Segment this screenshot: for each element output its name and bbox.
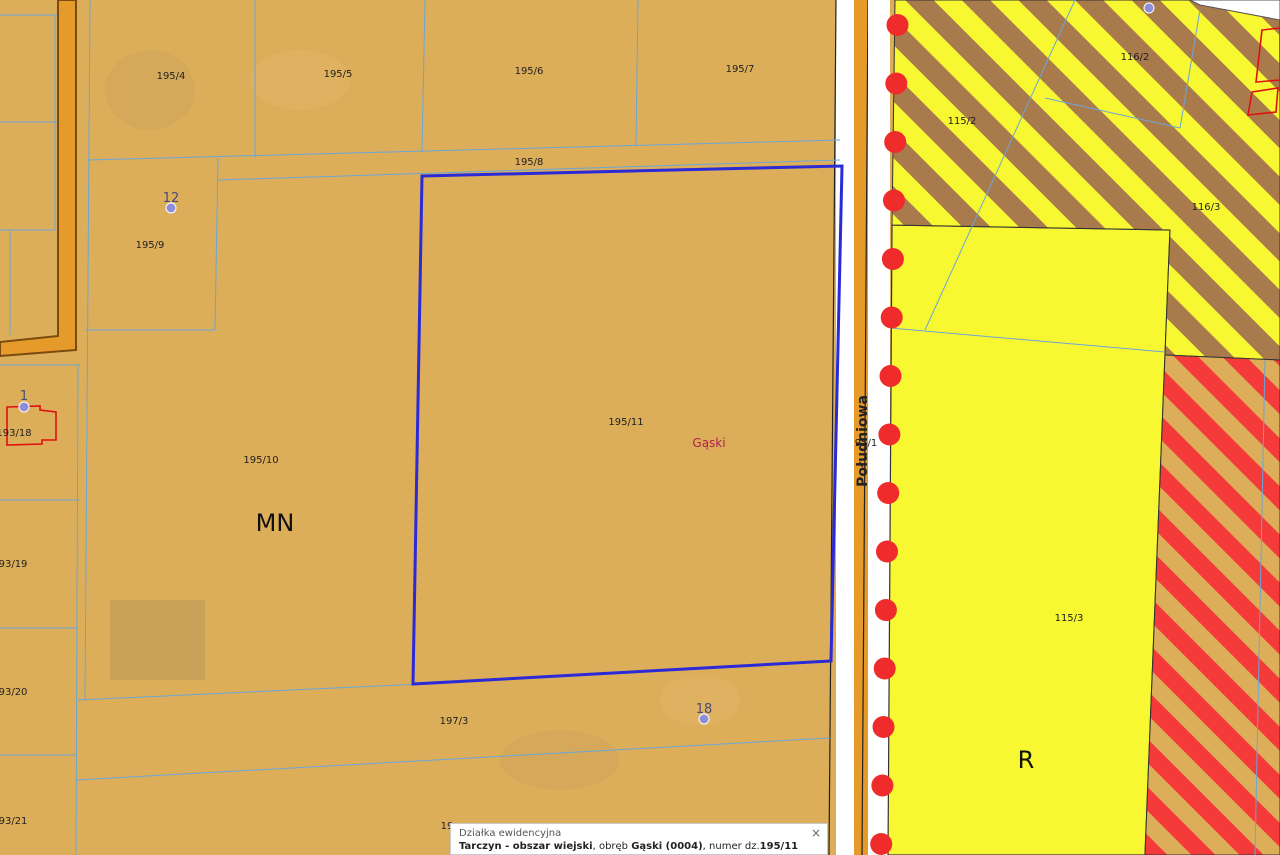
- popup-number: 195/11: [759, 841, 799, 852]
- boundary-dot: [883, 189, 905, 212]
- zone-mn-area: [0, 0, 860, 855]
- boundary-dot: [871, 774, 894, 797]
- boundary-dot: [881, 248, 904, 270]
- boundary-dot: [870, 833, 893, 855]
- address-label: 18: [696, 702, 713, 717]
- boundary-dot: [877, 482, 900, 504]
- popup-precinct-prefix: , obręb: [592, 841, 632, 852]
- boundary-dot: [872, 716, 895, 738]
- parcel-label: 93/21: [0, 816, 27, 827]
- parcel-info-popup: Działka ewidencyjna Tarczyn - obszar wie…: [450, 823, 828, 855]
- parcel-label: 195/7: [726, 64, 755, 75]
- address-label: 12: [163, 191, 180, 206]
- popup-title: Działka ewidencyjna: [459, 828, 562, 839]
- popup-precinct: Gąski (0004): [631, 841, 703, 852]
- boundary-dot: [879, 365, 902, 387]
- zone-label-mn: MN: [256, 509, 295, 537]
- parcel-label: 195/8: [515, 157, 544, 168]
- address-point-1[interactable]: 1: [18, 389, 30, 413]
- road-poludniowa: [836, 0, 854, 855]
- parcel-label: 115/3: [1055, 613, 1084, 624]
- parcel-label: 116/3: [1192, 202, 1221, 213]
- address-label: 1: [20, 389, 28, 404]
- parcel-label: 195/11: [608, 417, 643, 428]
- boundary-dot: [874, 599, 897, 621]
- zoning-map[interactable]: 12 1 18 195/4 195/5 195/6 195/7 195/8 19…: [0, 0, 1280, 855]
- parcel-label: 195/6: [515, 66, 544, 77]
- boundary-dot: [886, 14, 909, 36]
- parcel-label: 195/4: [157, 71, 186, 82]
- boundary-dot: [873, 657, 896, 680]
- boundary-dot: [876, 540, 898, 563]
- close-icon[interactable]: ×: [811, 827, 821, 839]
- popup-municipality: Tarczyn: [459, 841, 502, 852]
- street-name: Południowa: [855, 395, 871, 487]
- parcel-label: 115/2: [948, 116, 977, 127]
- boundary-dot: [880, 306, 903, 329]
- parcel-label: 195/5: [324, 69, 353, 80]
- boundary-dot: [884, 131, 907, 153]
- parcel-label: 193/18: [0, 428, 32, 439]
- address-point-top-right[interactable]: [1143, 2, 1155, 14]
- parcel-label: 93/20: [0, 687, 27, 698]
- popup-body: Tarczyn - obszar wiejski, obręb Gąski (0…: [459, 840, 819, 853]
- boundary-dot: [885, 72, 908, 95]
- parcel-label: 195/9: [136, 240, 165, 251]
- parcel-label: 195/10: [243, 455, 278, 466]
- popup-number-prefix: , numer dz.: [702, 841, 760, 852]
- popup-area-type: - obszar wiejski: [501, 841, 593, 852]
- boundary-dot: [878, 423, 901, 446]
- zone-label-r: R: [1018, 746, 1035, 774]
- parcel-label: 116/2: [1121, 52, 1150, 63]
- place-name: Gąski: [692, 436, 725, 450]
- parcel-label: 93/19: [0, 559, 27, 570]
- parcel-label: 197/3: [440, 716, 469, 727]
